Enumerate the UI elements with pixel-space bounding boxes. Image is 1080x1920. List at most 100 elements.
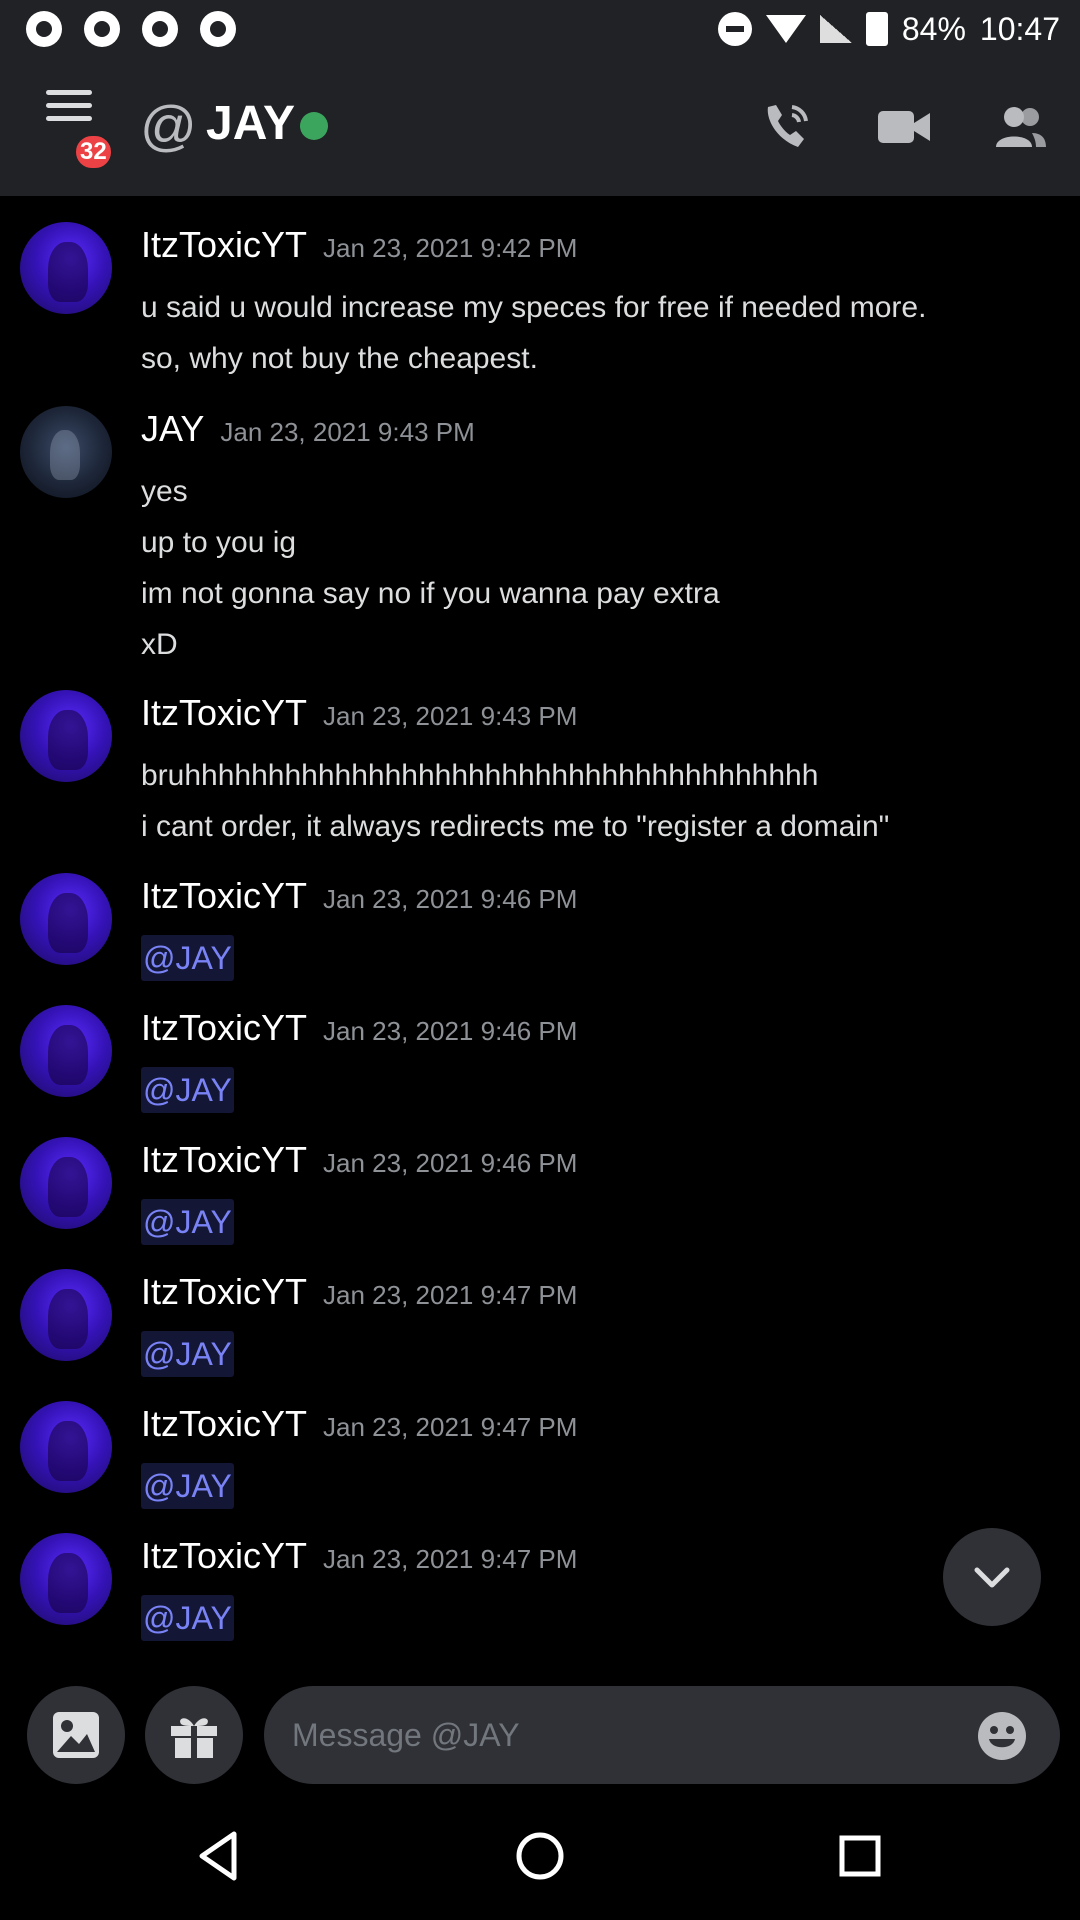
video-call-button[interactable] bbox=[876, 99, 932, 155]
user-mention[interactable]: @JAY bbox=[141, 1463, 234, 1509]
aperture-icon bbox=[84, 11, 120, 47]
message-author[interactable]: ItzToxicYT bbox=[141, 1007, 307, 1049]
menu-icon-bar bbox=[46, 116, 92, 121]
message-line: i cant order, it always redirects me to … bbox=[141, 810, 890, 843]
message-body: bruhhhhhhhhhhhhhhhhhhhhhhhhhhhhhhhhhhhhh… bbox=[141, 750, 889, 852]
battery-percent: 84% bbox=[901, 10, 966, 47]
message-line: yes bbox=[141, 475, 188, 508]
avatar[interactable] bbox=[20, 873, 112, 965]
message-author[interactable]: ItzToxicYT bbox=[141, 1535, 307, 1577]
message-author[interactable]: ItzToxicYT bbox=[141, 1403, 307, 1445]
unread-badge: 32 bbox=[72, 132, 115, 172]
message-timestamp: Jan 23, 2021 9:47 PM bbox=[323, 1544, 578, 1574]
clock: 10:47 bbox=[979, 10, 1060, 47]
message-list[interactable]: ItzToxicYT Jan 23, 2021 9:42 PM u said u… bbox=[0, 196, 1080, 1666]
message-timestamp: Jan 23, 2021 9:47 PM bbox=[323, 1412, 578, 1442]
system-indicators: 84% 10:47 bbox=[717, 10, 1060, 48]
notification-icons bbox=[26, 11, 236, 47]
message-body: @JAY bbox=[141, 1461, 234, 1509]
recents-button[interactable] bbox=[830, 1826, 890, 1886]
user-mention[interactable]: @JAY bbox=[141, 1067, 234, 1113]
menu-icon bbox=[46, 90, 92, 95]
sync-icon bbox=[200, 11, 236, 47]
message-timestamp: Jan 23, 2021 9:42 PM bbox=[323, 233, 578, 263]
message-timestamp: Jan 23, 2021 9:46 PM bbox=[323, 1148, 578, 1178]
avatar[interactable] bbox=[20, 1269, 112, 1361]
jump-to-present-button[interactable] bbox=[943, 1528, 1041, 1626]
message-input[interactable] bbox=[264, 1686, 1060, 1784]
message-meta: ItzToxicYT Jan 23, 2021 9:42 PM bbox=[141, 224, 577, 266]
avatar[interactable] bbox=[20, 222, 112, 314]
avatar[interactable] bbox=[20, 1137, 112, 1229]
message-author[interactable]: ItzToxicYT bbox=[141, 1271, 307, 1313]
member-list-button[interactable] bbox=[992, 99, 1048, 155]
at-icon: @ bbox=[140, 94, 197, 157]
message-timestamp: Jan 23, 2021 9:43 PM bbox=[220, 417, 475, 447]
message-meta: ItzToxicYT Jan 23, 2021 9:47 PM bbox=[141, 1535, 577, 1577]
music-icon bbox=[26, 11, 62, 47]
message-author[interactable]: ItzToxicYT bbox=[141, 692, 307, 734]
channel-title[interactable]: JAY bbox=[206, 97, 295, 151]
user-mention[interactable]: @JAY bbox=[141, 1199, 234, 1245]
home-button[interactable] bbox=[510, 1826, 570, 1886]
menu-button[interactable] bbox=[46, 90, 92, 124]
discord-dm-screen: 84% 10:47 32 @ JAY ItzToxicYT Jan 23, 20… bbox=[0, 0, 1080, 1920]
gift-button[interactable] bbox=[145, 1686, 243, 1784]
message-composer bbox=[0, 1680, 1080, 1790]
message-meta: ItzToxicYT Jan 23, 2021 9:46 PM bbox=[141, 1139, 577, 1181]
user-mention[interactable]: @JAY bbox=[141, 1595, 234, 1641]
do-not-disturb-icon bbox=[717, 12, 752, 46]
message-line: im not gonna say no if you wanna pay ext… bbox=[141, 577, 720, 610]
menu-icon-bar bbox=[46, 103, 92, 108]
emoji-button[interactable] bbox=[976, 1710, 1028, 1762]
message-body: @JAY bbox=[141, 1593, 234, 1641]
gift-icon bbox=[171, 1718, 217, 1758]
aperture-icon bbox=[142, 11, 178, 47]
message-line: up to you ig bbox=[141, 526, 297, 559]
attach-image-button[interactable] bbox=[27, 1686, 125, 1784]
back-triangle-icon bbox=[199, 1831, 237, 1881]
camera-icon bbox=[878, 111, 914, 143]
avatar[interactable] bbox=[20, 690, 112, 782]
message-body: @JAY bbox=[141, 933, 234, 981]
emoji-icon bbox=[978, 1712, 1026, 1760]
avatar[interactable] bbox=[20, 1401, 112, 1493]
cell-signal-icon bbox=[819, 15, 852, 43]
message-line: so, why not buy the cheapest. bbox=[141, 342, 538, 375]
battery-icon bbox=[865, 12, 888, 46]
user-mention[interactable]: @JAY bbox=[141, 1331, 234, 1377]
message-timestamp: Jan 23, 2021 9:46 PM bbox=[323, 884, 578, 914]
back-button[interactable] bbox=[190, 1826, 250, 1886]
message-body: @JAY bbox=[141, 1329, 234, 1377]
message-timestamp: Jan 23, 2021 9:43 PM bbox=[323, 701, 578, 731]
message-body: @JAY bbox=[141, 1065, 234, 1113]
message-timestamp: Jan 23, 2021 9:47 PM bbox=[323, 1280, 578, 1310]
avatar[interactable] bbox=[20, 406, 112, 498]
message-body: yes up to you ig im not gonna say no if … bbox=[141, 466, 720, 670]
message-line: u said u would increase my speces for fr… bbox=[141, 291, 927, 324]
message-author[interactable]: ItzToxicYT bbox=[141, 1139, 307, 1181]
message-body: u said u would increase my speces for fr… bbox=[141, 282, 926, 384]
message-meta: ItzToxicYT Jan 23, 2021 9:43 PM bbox=[141, 692, 577, 734]
user-mention[interactable]: @JAY bbox=[141, 935, 234, 981]
message-author[interactable]: JAY bbox=[141, 408, 204, 450]
message-author[interactable]: ItzToxicYT bbox=[141, 224, 307, 266]
avatar[interactable] bbox=[20, 1005, 112, 1097]
message-meta: ItzToxicYT Jan 23, 2021 9:47 PM bbox=[141, 1403, 577, 1445]
recents-square-icon bbox=[839, 1835, 881, 1877]
message-meta: ItzToxicYT Jan 23, 2021 9:46 PM bbox=[141, 875, 577, 917]
message-line: bruhhhhhhhhhhhhhhhhhhhhhhhhhhhhhhhhhhhhh… bbox=[141, 759, 819, 792]
message-timestamp: Jan 23, 2021 9:46 PM bbox=[323, 1016, 578, 1046]
home-circle-icon bbox=[516, 1832, 564, 1880]
message-meta: ItzToxicYT Jan 23, 2021 9:47 PM bbox=[141, 1271, 577, 1313]
image-icon bbox=[53, 1712, 99, 1758]
message-author[interactable]: ItzToxicYT bbox=[141, 875, 307, 917]
message-body: @JAY bbox=[141, 1197, 234, 1245]
online-status-icon bbox=[300, 112, 328, 140]
system-navigation-bar bbox=[0, 1790, 1080, 1920]
wifi-icon bbox=[765, 15, 806, 43]
message-line: xD bbox=[141, 628, 178, 661]
avatar[interactable] bbox=[20, 1533, 112, 1625]
status-bar: 84% 10:47 bbox=[0, 0, 1080, 58]
voice-call-button[interactable] bbox=[758, 99, 814, 155]
